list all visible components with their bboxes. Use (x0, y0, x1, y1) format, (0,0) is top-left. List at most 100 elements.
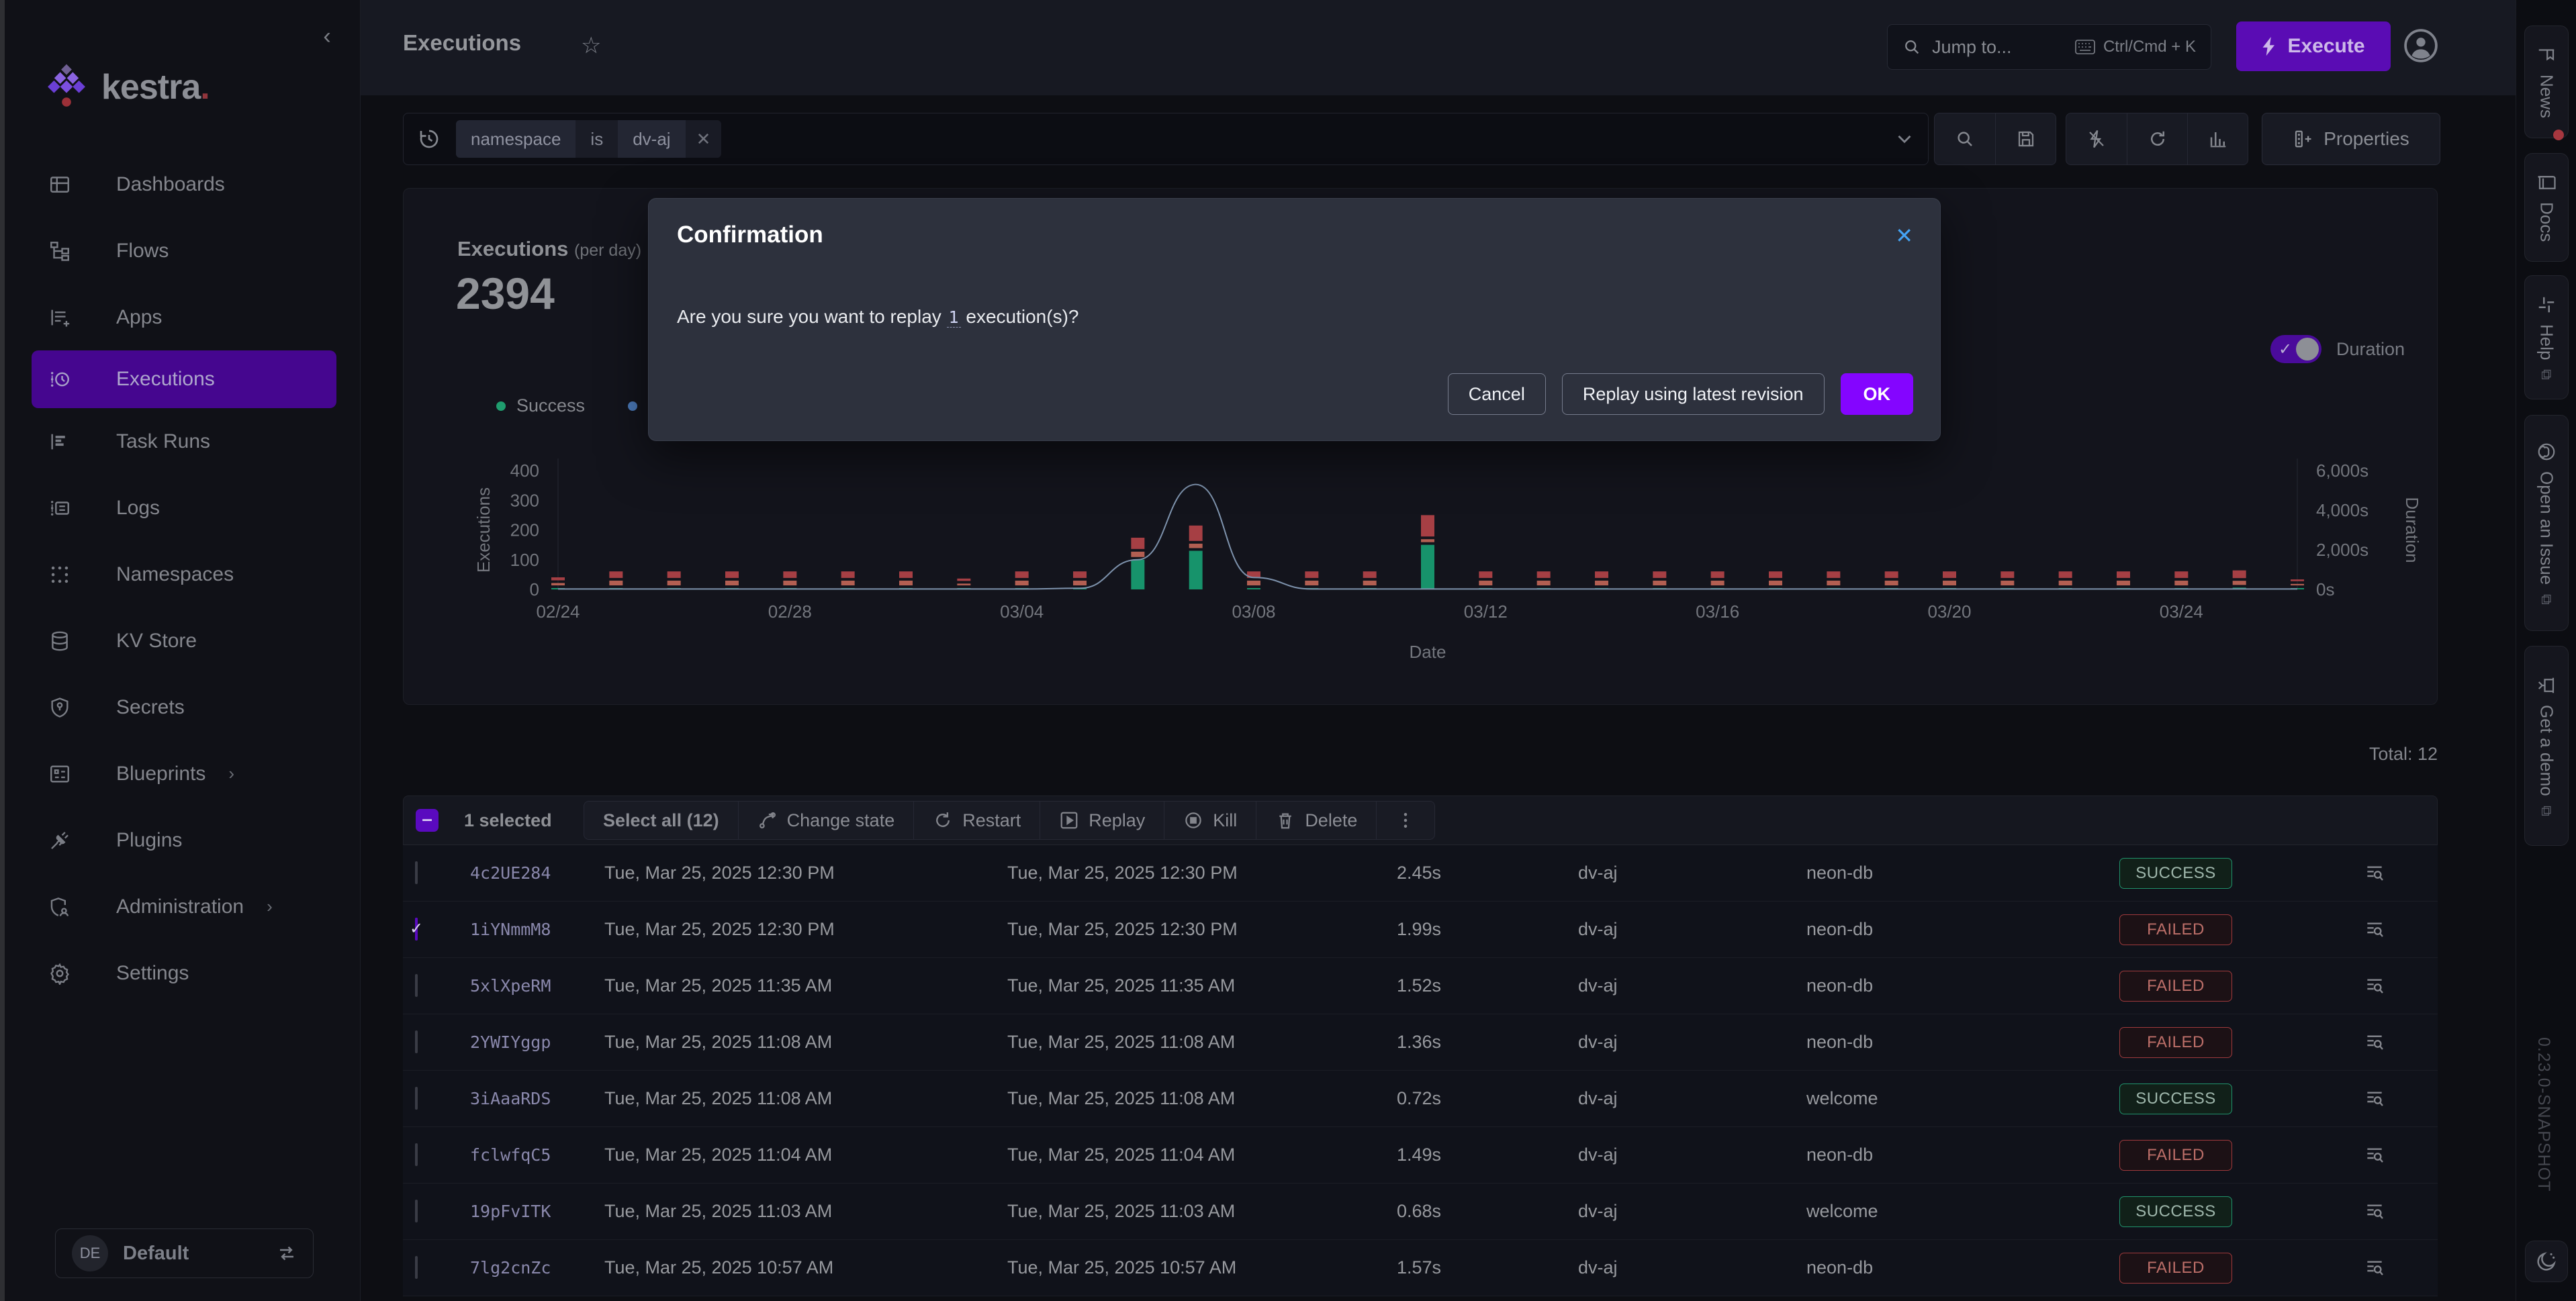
row-checkbox[interactable] (415, 974, 418, 997)
namespace-cell[interactable]: dv-aj (1578, 1201, 1806, 1222)
flow-cell[interactable]: neon-db (1806, 1257, 2041, 1278)
sidebar-item-apps[interactable]: Apps (5, 284, 361, 350)
filter-chip-namespace[interactable]: namespace is dv-aj ✕ (456, 120, 721, 158)
sidebar-item-dashboards[interactable]: Dashboards (5, 151, 361, 218)
flow-cell[interactable]: welcome (1806, 1088, 2041, 1109)
change-state-button[interactable]: Change state (739, 802, 915, 839)
chip-remove-icon[interactable]: ✕ (686, 129, 722, 150)
table-row[interactable]: 19pFvITK Tue, Mar 25, 2025 11:03 AM Tue,… (403, 1184, 2438, 1240)
namespace-cell[interactable]: dv-aj (1578, 863, 1806, 883)
task-log-icon[interactable] (2310, 863, 2438, 884)
row-checkbox[interactable] (415, 1143, 418, 1166)
news-button[interactable]: News (2524, 26, 2569, 138)
execution-id-link[interactable]: 2YWIYggp (470, 1032, 604, 1052)
execution-id-link[interactable]: 7lg2cnZc (470, 1258, 604, 1278)
window-scrollbar[interactable] (0, 0, 5, 1301)
filter-search-icon[interactable] (1935, 113, 1995, 164)
execution-id-link[interactable]: 3iAaaRDS (470, 1089, 604, 1108)
sidebar-item-executions[interactable]: Executions (32, 350, 336, 408)
namespace-cell[interactable]: dv-aj (1578, 1257, 1806, 1278)
row-checkbox[interactable] (415, 1087, 418, 1110)
task-log-icon[interactable] (2310, 1032, 2438, 1053)
flow-cell[interactable]: neon-db (1806, 863, 2041, 883)
execute-button[interactable]: Execute (2236, 21, 2391, 71)
row-checkbox[interactable] (415, 1030, 418, 1053)
namespace-cell[interactable]: dv-aj (1578, 975, 1806, 996)
flow-cell[interactable]: welcome (1806, 1201, 2041, 1222)
close-icon[interactable]: ✕ (1895, 223, 1913, 248)
replay-button[interactable]: Replay (1040, 802, 1164, 839)
sidebar-item-settings[interactable]: Settings (5, 940, 361, 1006)
sidebar-item-secrets[interactable]: Secrets (5, 674, 361, 740)
trigger-off-icon[interactable] (2066, 113, 2127, 164)
namespace-cell[interactable]: dv-aj (1578, 1088, 1806, 1109)
get-a-demo-button[interactable]: Get a demo ⧉ (2524, 646, 2569, 846)
row-checkbox[interactable] (415, 861, 418, 884)
kestra-logo[interactable]: kestra. (45, 64, 314, 111)
sidebar-item-administration[interactable]: Administration › (5, 873, 361, 940)
task-log-icon[interactable] (2310, 975, 2438, 997)
sidebar-item-plugins[interactable]: Plugins (5, 807, 361, 873)
tenant-switcher[interactable]: DE Default (55, 1228, 314, 1278)
namespace-cell[interactable]: dv-aj (1578, 1032, 1806, 1053)
task-log-icon[interactable] (2310, 1145, 2438, 1166)
table-row[interactable]: 5xlXpeRM Tue, Mar 25, 2025 11:35 AM Tue,… (403, 958, 2438, 1014)
sidebar-collapse-icon[interactable]: ‹ (314, 24, 340, 51)
sidebar-item-blueprints[interactable]: Blueprints › (5, 740, 361, 807)
filter-bar[interactable]: namespace is dv-aj ✕ (403, 113, 1929, 165)
help-button[interactable]: Help ⧉ (2524, 275, 2569, 399)
open-an-issue-button[interactable]: Open an Issue ⧉ (2524, 415, 2569, 631)
namespace-cell[interactable]: dv-aj (1578, 919, 1806, 940)
sidebar-item-flows[interactable]: Flows (5, 218, 361, 284)
properties-button[interactable]: Properties (2262, 113, 2440, 165)
task-log-icon[interactable] (2310, 1201, 2438, 1222)
execution-id-link[interactable]: 1iYNmmM8 (470, 920, 604, 939)
task-log-icon[interactable] (2310, 919, 2438, 941)
delete-button[interactable]: Delete (1256, 802, 1377, 839)
kill-button[interactable]: Kill (1164, 802, 1256, 839)
select-all-button[interactable]: Select all (12) (584, 802, 739, 839)
docs-button[interactable]: Docs (2524, 153, 2569, 262)
bar-chart-icon[interactable] (2187, 113, 2248, 164)
table-row[interactable]: 7lg2cnZc Tue, Mar 25, 2025 10:57 AM Tue,… (403, 1240, 2438, 1296)
sidebar-item-logs[interactable]: Logs (5, 475, 361, 541)
table-row[interactable]: 4c2UE284 Tue, Mar 25, 2025 12:30 PM Tue,… (403, 845, 2438, 902)
chevron-down-icon[interactable] (1893, 128, 1916, 150)
cancel-button[interactable]: Cancel (1448, 373, 1546, 415)
user-avatar-icon[interactable] (2404, 29, 2438, 62)
save-filter-icon[interactable] (1995, 113, 2056, 164)
sidebar-item-namespaces[interactable]: Namespaces (5, 541, 361, 608)
jump-to-search[interactable]: Jump to... Ctrl/Cmd + K (1887, 24, 2211, 70)
refresh-icon[interactable] (2127, 113, 2187, 164)
flow-cell[interactable]: neon-db (1806, 919, 2041, 940)
execution-id-link[interactable]: fclwfqC5 (470, 1145, 604, 1165)
legend-item-success[interactable]: Success (496, 395, 585, 416)
execution-id-link[interactable]: 5xlXpeRM (470, 976, 604, 996)
table-row[interactable]: 3iAaaRDS Tue, Mar 25, 2025 11:08 AM Tue,… (403, 1071, 2438, 1127)
theme-toggle-button[interactable] (2525, 1241, 2568, 1282)
execution-id-link[interactable]: 4c2UE284 (470, 863, 604, 883)
replay-latest-revision-button[interactable]: Replay using latest revision (1562, 373, 1825, 415)
flow-cell[interactable]: neon-db (1806, 1032, 2041, 1053)
table-row[interactable]: 1iYNmmM8 Tue, Mar 25, 2025 12:30 PM Tue,… (403, 902, 2438, 958)
task-log-icon[interactable] (2310, 1088, 2438, 1110)
favorite-star-icon[interactable]: ☆ (581, 32, 601, 59)
table-row[interactable]: fclwfqC5 Tue, Mar 25, 2025 11:04 AM Tue,… (403, 1127, 2438, 1184)
history-icon[interactable] (417, 127, 441, 151)
task-log-icon[interactable] (2310, 1257, 2438, 1279)
ok-button[interactable]: OK (1841, 373, 1914, 415)
row-checkbox[interactable] (415, 1200, 418, 1222)
more-actions-button[interactable] (1377, 802, 1434, 839)
restart-button[interactable]: Restart (914, 802, 1040, 839)
flow-cell[interactable]: neon-db (1806, 975, 2041, 996)
execution-id-link[interactable]: 19pFvITK (470, 1202, 604, 1221)
row-checkbox[interactable] (415, 918, 418, 941)
sidebar-item-task-runs[interactable]: Task Runs (5, 408, 361, 475)
row-checkbox[interactable] (415, 1256, 418, 1279)
select-all-checkbox[interactable] (416, 809, 439, 832)
sidebar-item-kv-store[interactable]: KV Store (5, 608, 361, 674)
table-row[interactable]: 2YWIYggp Tue, Mar 25, 2025 11:08 AM Tue,… (403, 1014, 2438, 1071)
duration-toggle-switch[interactable]: ✓ (2270, 335, 2321, 363)
flow-cell[interactable]: neon-db (1806, 1145, 2041, 1165)
namespace-cell[interactable]: dv-aj (1578, 1145, 1806, 1165)
